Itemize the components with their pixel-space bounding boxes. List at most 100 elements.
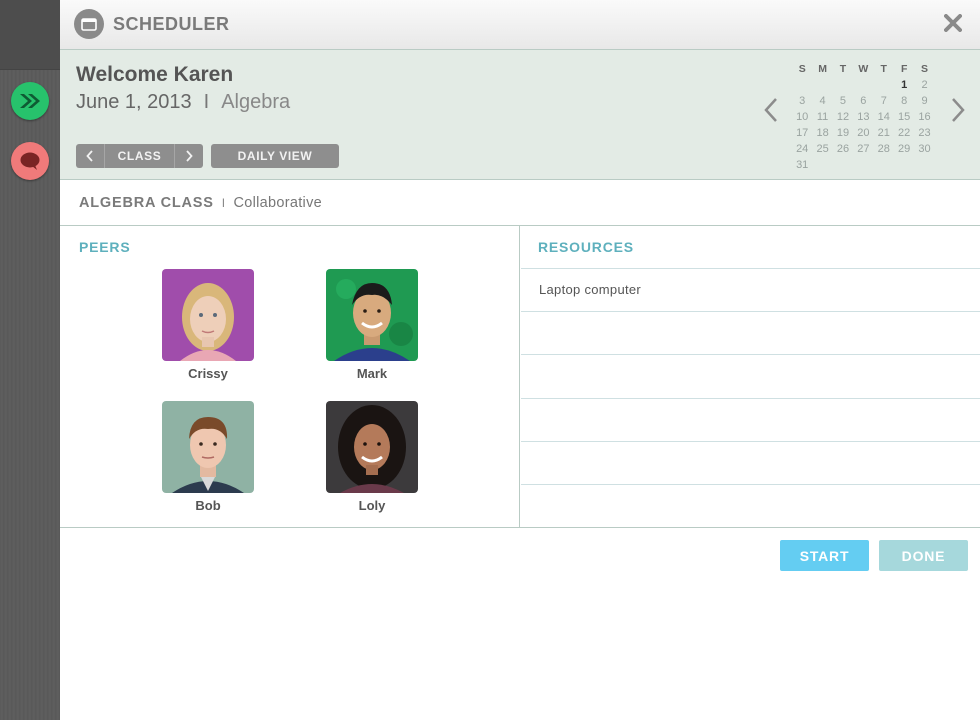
chevron-left-icon <box>764 98 777 122</box>
class-navigator: CLASS <box>76 144 203 168</box>
date-separator: I <box>203 91 210 113</box>
class-separator: I <box>221 196 226 210</box>
peer-card-bob[interactable]: Bob <box>162 401 254 513</box>
chevron-right-icon <box>952 98 965 122</box>
calendar-day[interactable]: 20 <box>853 125 873 141</box>
calendar-day[interactable]: 12 <box>833 109 853 125</box>
calendar-day[interactable]: 29 <box>894 141 914 157</box>
start-button[interactable]: START <box>780 540 869 571</box>
welcome-band: Welcome Karen June 1, 2013 I Algebra CLASS… <box>60 50 980 180</box>
calendar-day[interactable]: 21 <box>874 125 894 141</box>
calendar-day[interactable]: 13 <box>853 109 873 125</box>
resource-row[interactable] <box>521 311 980 354</box>
chevron-left-icon <box>86 150 93 162</box>
peer-card-loly[interactable]: Loly <box>326 401 418 513</box>
calendar-empty-cell <box>833 77 853 93</box>
resource-row[interactable] <box>521 484 980 527</box>
calendar-day[interactable]: 26 <box>833 141 853 157</box>
calendar-weekday: T <box>839 63 847 75</box>
done-button[interactable]: DONE <box>879 540 968 571</box>
calendar-day[interactable]: 25 <box>812 141 832 157</box>
calendar-previous-month[interactable] <box>762 97 780 123</box>
welcome-greeting: Welcome Karen <box>76 63 234 86</box>
calendar-empty-cell <box>894 157 914 173</box>
resources-panel: RESOURCES Laptop computer <box>521 226 980 528</box>
previous-class-button[interactable] <box>76 144 104 168</box>
app-header: SCHEDULER <box>60 0 980 50</box>
calendar-week-row: 3456789 <box>792 93 935 109</box>
calendar-empty-cell <box>853 157 873 173</box>
class-info: ALGEBRA CLASS I Collaborative <box>79 195 322 211</box>
fast-forward-icon <box>20 94 40 108</box>
daily-view-button[interactable]: DAILY VIEW <box>211 144 339 168</box>
calendar-icon <box>81 18 97 31</box>
calendar-day[interactable]: 6 <box>853 93 873 109</box>
class-type: Collaborative <box>233 195 322 211</box>
avatar <box>162 269 254 361</box>
calendar-day[interactable]: 17 <box>792 125 812 141</box>
avatar <box>326 401 418 493</box>
class-button[interactable]: CLASS <box>104 144 175 168</box>
calendar-empty-cell <box>833 157 853 173</box>
calendar-day[interactable]: 23 <box>914 125 934 141</box>
chat-rail-button[interactable] <box>11 142 49 180</box>
calendar-day[interactable]: 7 <box>874 93 894 109</box>
calendar-day[interactable]: 2 <box>914 77 934 93</box>
calendar-day[interactable]: 30 <box>914 141 934 157</box>
peer-name: Crissy <box>188 366 228 381</box>
calendar-day[interactable]: 4 <box>812 93 832 109</box>
calendar-day[interactable]: 16 <box>914 109 934 125</box>
calendar-day[interactable]: 22 <box>894 125 914 141</box>
close-icon <box>944 14 962 32</box>
app-title: SCHEDULER <box>113 14 230 34</box>
calendar-day[interactable]: 14 <box>874 109 894 125</box>
forward-rail-button[interactable] <box>11 82 49 120</box>
resource-row[interactable] <box>521 398 980 441</box>
calendar-day[interactable]: 19 <box>833 125 853 141</box>
calendar-week-row: 12 <box>792 77 935 93</box>
calendar-week-row: 31 <box>792 157 935 173</box>
rail-active-slot <box>0 0 60 70</box>
calendar-day[interactable]: 10 <box>792 109 812 125</box>
calendar-day[interactable]: 28 <box>874 141 894 157</box>
current-date: June 1, 2013 <box>76 91 192 113</box>
calendar-day[interactable]: 8 <box>894 93 914 109</box>
chat-icon <box>20 152 40 170</box>
calendar-empty-cell <box>792 77 812 93</box>
resources-title: RESOURCES <box>538 239 634 255</box>
content-panels: PEERS Crissy Mark Bob Loly RESOURCES Lap… <box>60 225 980 528</box>
calendar-day[interactable]: 3 <box>792 93 812 109</box>
calendar-next-month[interactable] <box>949 97 967 123</box>
left-rail <box>0 0 770 720</box>
calendar-empty-cell <box>812 157 832 173</box>
calendar-day[interactable]: 11 <box>812 109 832 125</box>
calendar-weekday: F <box>900 63 908 75</box>
calendar-day[interactable]: 1 <box>894 77 914 93</box>
resource-row[interactable] <box>521 441 980 484</box>
peer-name: Bob <box>195 498 221 513</box>
calendar-weekday: S <box>921 63 929 75</box>
close-button[interactable] <box>942 12 964 34</box>
calendar-weekday: W <box>858 63 869 75</box>
calendar-day[interactable]: 27 <box>853 141 873 157</box>
peer-photo <box>326 269 418 361</box>
next-class-button[interactable] <box>175 144 203 168</box>
calendar-day[interactable]: 24 <box>792 141 812 157</box>
calendar-day[interactable]: 9 <box>914 93 934 109</box>
calendar-empty-cell <box>874 157 894 173</box>
calendar-days: 1 2 3 4 5 6 7 8 9 10 11 12 13 14 15 16 17 18 19 20 21 22 23 24 2… <box>792 77 935 173</box>
calendar-day[interactable]: 15 <box>894 109 914 125</box>
calendar-day[interactable]: 31 <box>792 157 812 173</box>
peer-photo <box>326 401 418 493</box>
peer-card-crissy[interactable]: Crissy <box>162 269 254 381</box>
calendar-day[interactable]: 18 <box>812 125 832 141</box>
calendar-weekday: M <box>818 63 827 75</box>
resource-row[interactable] <box>521 354 980 397</box>
calendar-week-row: 24 25 26 27 28 29 30 <box>792 141 935 157</box>
calendar-empty-cell <box>874 77 894 93</box>
peer-photo <box>162 401 254 493</box>
resource-row[interactable]: Laptop computer <box>521 268 980 311</box>
calendar-empty-cell <box>853 77 873 93</box>
calendar-day[interactable]: 5 <box>833 93 853 109</box>
peer-card-mark[interactable]: Mark <box>326 269 418 381</box>
